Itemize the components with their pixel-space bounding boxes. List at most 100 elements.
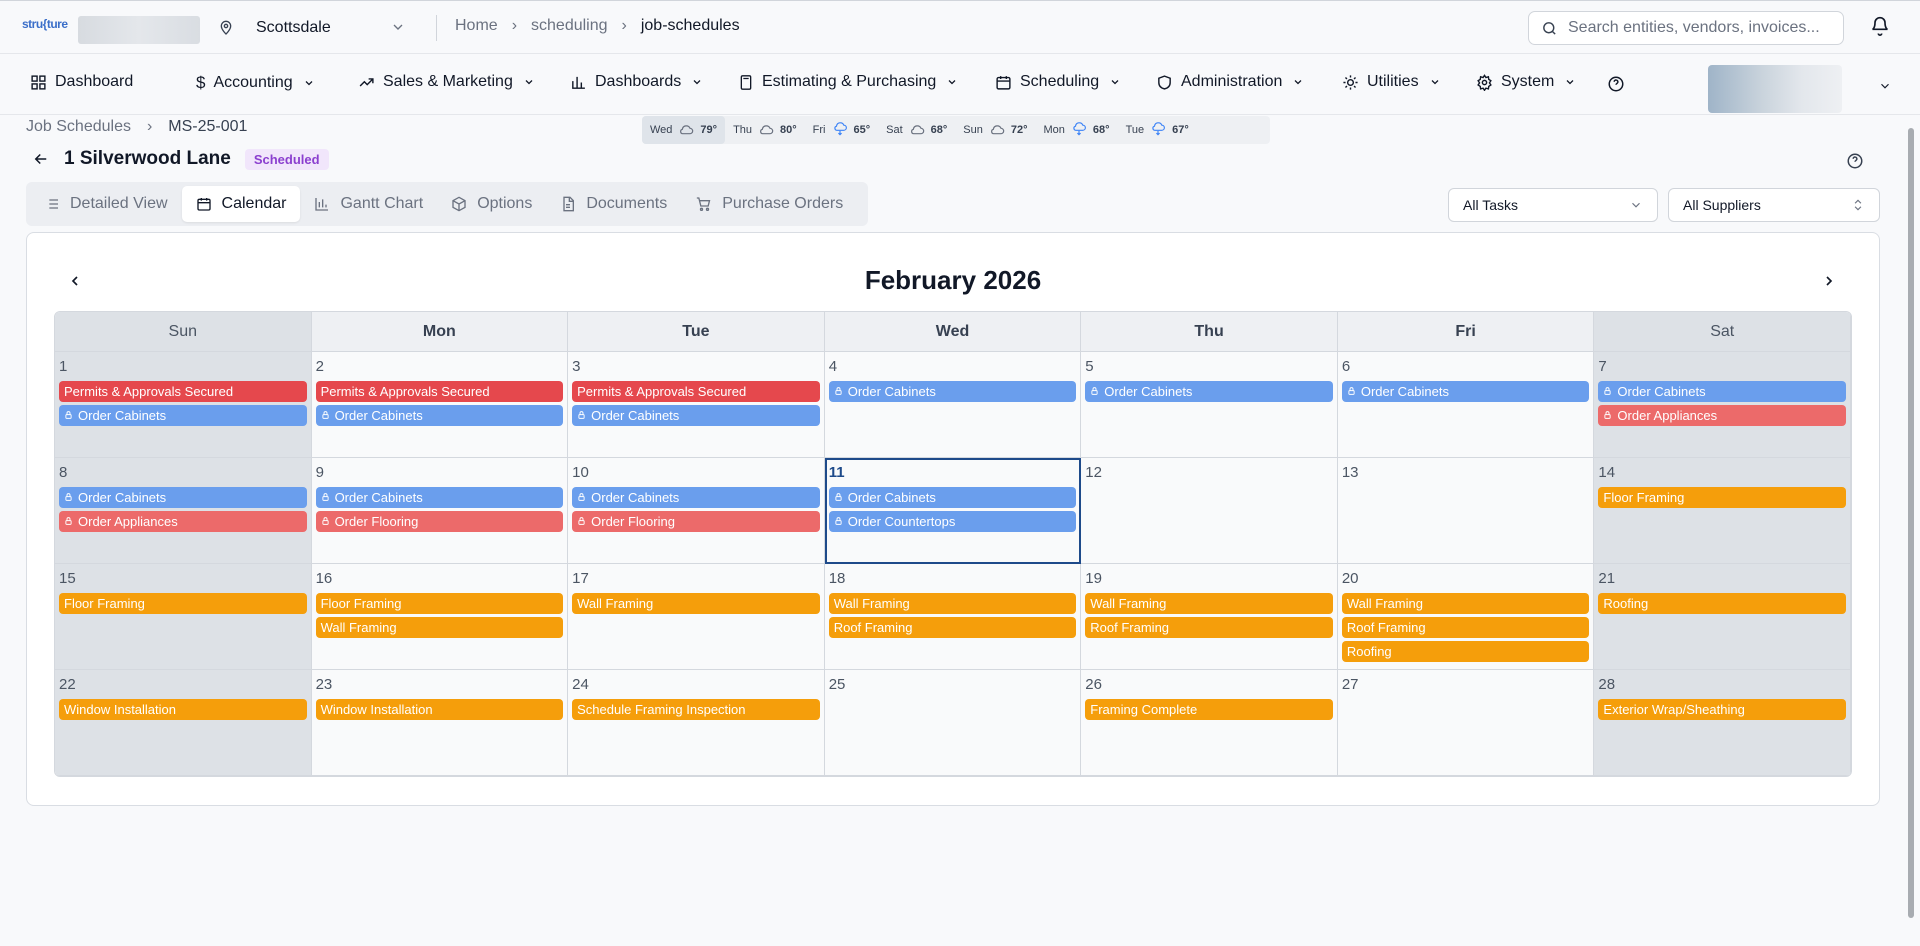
calendar-day-cell[interactable]: 4 Order Cabinets [824, 352, 1082, 458]
calendar-event[interactable]: Wall Framing [828, 593, 1077, 614]
calendar-event[interactable]: Order Cabinets [1085, 381, 1333, 402]
calendar-day-cell[interactable]: 10 Order Cabinets Order Flooring [568, 458, 825, 564]
calendar-event[interactable]: Order Appliances [59, 511, 307, 532]
search-input[interactable]: Search entities, vendors, invoices... [1528, 11, 1844, 45]
calendar-event[interactable]: Window Installation [315, 699, 564, 720]
calendar-event[interactable]: Roofing [1341, 641, 1590, 662]
calendar-day-cell[interactable]: 7 Order Cabinets Order Appliances [1594, 352, 1851, 458]
calendar-event[interactable]: Order Countertops [828, 511, 1077, 532]
calendar-event[interactable]: Order Cabinets [315, 487, 564, 508]
calendar-event[interactable]: Order Cabinets [828, 487, 1077, 508]
scrollbar[interactable] [1906, 116, 1916, 946]
tab-gantt-chart[interactable]: Gantt Chart [300, 186, 437, 222]
tab-purchase-orders[interactable]: Purchase Orders [681, 186, 857, 222]
calendar-day-cell[interactable]: 20 Wall Framing Roof Framing Roofing [1337, 564, 1595, 670]
calendar-event[interactable]: Floor Framing [315, 593, 564, 614]
calendar-event[interactable]: Wall Framing [572, 593, 820, 614]
calendar-event[interactable]: Framing Complete [1085, 699, 1333, 720]
calendar-event[interactable]: Roof Framing [1085, 617, 1333, 638]
calendar-day-cell[interactable]: 14 Floor Framing [1594, 458, 1851, 564]
nav-dashboards[interactable]: Dashboards [570, 73, 703, 91]
calendar-event[interactable]: Permits & Approvals Secured [59, 381, 307, 402]
calendar-event[interactable]: Roofing [1598, 593, 1846, 614]
calendar-event[interactable]: Order Appliances [1598, 405, 1846, 426]
calendar-event[interactable]: Order Cabinets [828, 381, 1077, 402]
calendar-event[interactable]: Schedule Framing Inspection [572, 699, 820, 720]
calendar-day-cell[interactable]: 3 Permits & Approvals Secured Order Cabine… [568, 352, 825, 458]
calendar-day-cell[interactable]: 25 [824, 670, 1082, 776]
calendar-event[interactable]: Floor Framing [59, 593, 307, 614]
scrollbar-thumb[interactable] [1908, 128, 1914, 918]
calendar-event[interactable]: Order Cabinets [1598, 381, 1846, 402]
tasks-filter-select[interactable]: All Tasks [1448, 188, 1658, 222]
calendar-event[interactable]: Permits & Approvals Secured [572, 381, 820, 402]
breadcrumb-job-schedules-link[interactable]: Job Schedules [26, 118, 131, 136]
nav-utilities[interactable]: Utilities [1342, 73, 1441, 91]
breadcrumb-scheduling[interactable]: scheduling [531, 17, 608, 35]
nav-sales-marketing[interactable]: Sales & Marketing [358, 73, 535, 91]
tab-detailed-view[interactable]: Detailed View [30, 186, 182, 222]
calendar-day-cell[interactable]: 9 Order Cabinets Order Flooring [311, 458, 569, 564]
calendar-day-cell[interactable]: 8 Order Cabinets Order Appliances [55, 458, 312, 564]
calendar-day-cell[interactable]: 15 Floor Framing [55, 564, 312, 670]
calendar-day-cell[interactable]: 12 [1081, 458, 1338, 564]
chevron-right-icon[interactable] [1821, 273, 1837, 289]
calendar-day-cell[interactable]: 27 [1337, 670, 1595, 776]
arrow-left-icon[interactable] [32, 150, 50, 168]
tab-calendar[interactable]: Calendar [181, 186, 301, 222]
calendar-day-cell[interactable]: 16 Floor Framing Wall Framing [311, 564, 569, 670]
calendar-day-cell[interactable]: 5 Order Cabinets [1081, 352, 1338, 458]
chevron-down-icon[interactable] [1878, 79, 1892, 93]
calendar-event[interactable]: Order Cabinets [572, 405, 820, 426]
tab-documents[interactable]: Documents [546, 186, 681, 222]
calendar-day-cell[interactable]: 11 Order Cabinets Order Countertops [824, 458, 1082, 564]
calendar-day-cell[interactable]: 22 Window Installation [55, 670, 312, 776]
calendar-day-cell[interactable]: 21 Roofing [1594, 564, 1851, 670]
calendar-day-cell[interactable]: 17 Wall Framing [568, 564, 825, 670]
top-bar: stru{ture Scottsdale Home › scheduling ›… [0, 0, 1920, 54]
calendar-day-cell[interactable]: 26 Framing Complete [1081, 670, 1338, 776]
calendar-event[interactable]: Order Cabinets [59, 405, 307, 426]
calendar-day-cell[interactable]: 6 Order Cabinets [1337, 352, 1595, 458]
calendar-day-cell[interactable]: 1 Permits & Approvals Secured Order Cabine… [55, 352, 312, 458]
nav-administration[interactable]: Administration [1156, 73, 1304, 91]
calendar-event[interactable]: Order Flooring [572, 511, 820, 532]
calendar-day-cell[interactable]: 28 Exterior Wrap/Sheathing [1594, 670, 1851, 776]
calendar-event[interactable]: Wall Framing [1341, 593, 1590, 614]
calendar-event[interactable]: Wall Framing [315, 617, 564, 638]
calendar-day-cell[interactable]: 19 Wall Framing Roof Framing [1081, 564, 1338, 670]
calendar-event[interactable]: Wall Framing [1085, 593, 1333, 614]
calendar-event[interactable]: Order Cabinets [572, 487, 820, 508]
calendar-day-cell[interactable]: 23 Window Installation [311, 670, 569, 776]
nav-accounting[interactable]: $ Accounting [196, 73, 315, 93]
calendar-day-cell[interactable]: 2 Permits & Approvals Secured Order Cabine… [311, 352, 569, 458]
calendar-event[interactable]: Exterior Wrap/Sheathing [1598, 699, 1846, 720]
nav-dashboard[interactable]: Dashboard [30, 73, 133, 91]
calendar-event[interactable]: Permits & Approvals Secured [315, 381, 564, 402]
suppliers-filter-select[interactable]: All Suppliers [1668, 188, 1880, 222]
divider [436, 15, 437, 41]
calendar-event[interactable]: Window Installation [59, 699, 307, 720]
calendar-event[interactable]: Order Flooring [315, 511, 564, 532]
calendar-day-cell[interactable]: 18 Wall Framing Roof Framing [824, 564, 1082, 670]
help-circle-icon[interactable] [1846, 152, 1864, 170]
nav-estimating-purchasing[interactable]: Estimating & Purchasing [738, 73, 958, 91]
calendar-day-cell[interactable]: 24 Schedule Framing Inspection [568, 670, 825, 776]
bell-icon[interactable] [1870, 16, 1890, 36]
location-selector[interactable]: Scottsdale [218, 15, 403, 41]
nav-system[interactable]: System [1476, 73, 1576, 91]
user-avatar[interactable] [1708, 65, 1842, 113]
breadcrumb-home[interactable]: Home [455, 17, 498, 35]
calendar-event[interactable]: Order Cabinets [59, 487, 307, 508]
help-circle-icon[interactable] [1607, 75, 1625, 93]
calendar-event[interactable]: Order Cabinets [315, 405, 564, 426]
app-logo[interactable]: stru{ture [22, 17, 68, 31]
calendar-event[interactable]: Floor Framing [1598, 487, 1846, 508]
tab-options[interactable]: Options [437, 186, 546, 222]
nav-scheduling[interactable]: Scheduling [995, 73, 1121, 91]
calendar-event[interactable]: Roof Framing [828, 617, 1077, 638]
calendar-event[interactable]: Roof Framing [1341, 617, 1590, 638]
calendar-event[interactable]: Order Cabinets [1341, 381, 1590, 402]
calendar-day-cell[interactable]: 13 [1337, 458, 1595, 564]
weather-day-label: Mon [1043, 124, 1065, 136]
